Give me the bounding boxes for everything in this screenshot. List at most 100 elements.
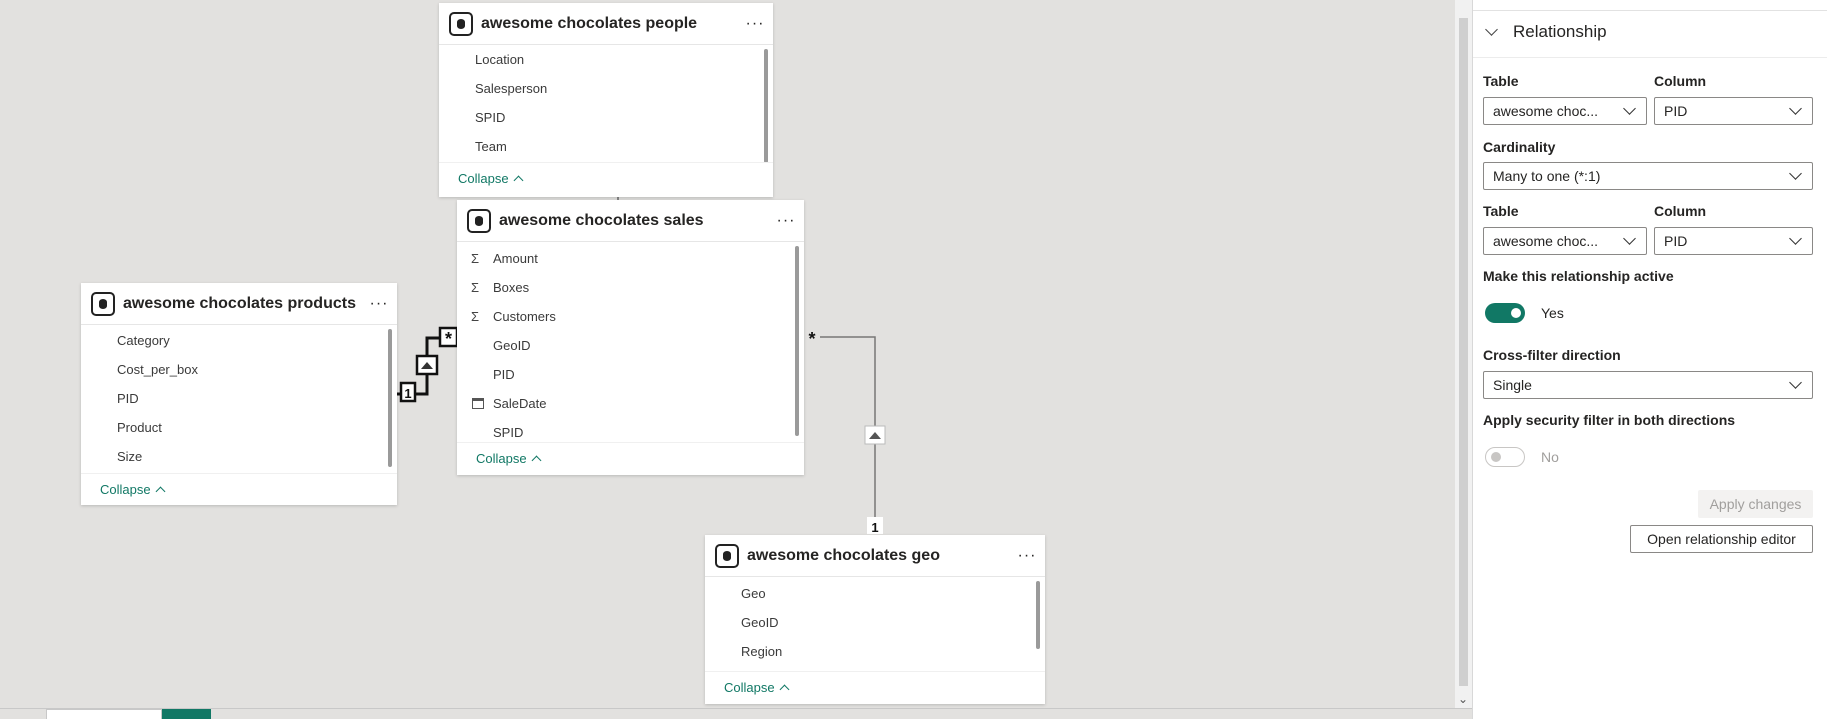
- collapse-label: Collapse: [458, 171, 509, 186]
- apply-changes-button[interactable]: Apply changes: [1698, 490, 1813, 518]
- toggle-knob: [1511, 308, 1521, 318]
- field-item[interactable]: Cost_per_box: [81, 355, 397, 384]
- security-label: Apply security filter in both directions: [1483, 412, 1736, 428]
- sigma-icon: Σ: [471, 280, 480, 295]
- crossfilter-dropdown[interactable]: Single: [1483, 371, 1813, 399]
- field-item[interactable]: Location: [439, 45, 773, 74]
- many-marker-sales: *: [808, 329, 815, 349]
- relationship-section-header[interactable]: Relationship: [1485, 22, 1607, 42]
- dropdown-value: Many to one (*:1): [1493, 168, 1601, 184]
- more-options-icon[interactable]: ···: [737, 15, 773, 33]
- chevron-down-icon: [1789, 167, 1802, 180]
- one-marker-products: 1: [404, 386, 411, 401]
- active-toggle[interactable]: [1485, 303, 1525, 323]
- field-item[interactable]: SPID: [439, 103, 773, 132]
- cardinality-dropdown[interactable]: Many to one (*:1): [1483, 162, 1813, 190]
- column1-dropdown[interactable]: PID: [1654, 97, 1813, 125]
- field-label: Customers: [493, 309, 556, 324]
- field-item[interactable]: Σ Customers: [457, 302, 804, 331]
- chevron-down-icon[interactable]: [1485, 23, 1498, 36]
- field-item[interactable]: SPID: [457, 418, 804, 442]
- chevron-down-icon: [1789, 232, 1802, 245]
- field-label: Amount: [493, 251, 538, 266]
- field-label: SaleDate: [493, 396, 547, 411]
- field-item[interactable]: Σ Boxes: [457, 273, 804, 302]
- table-header[interactable]: awesome chocolates sales ···: [457, 200, 804, 242]
- field-label: SPID: [493, 425, 524, 440]
- table-card-geo[interactable]: awesome chocolates geo ··· Geo GeoID Reg…: [705, 535, 1045, 704]
- section-title: Relationship: [1513, 22, 1607, 41]
- table-header[interactable]: awesome chocolates people ···: [439, 3, 773, 45]
- table-header[interactable]: awesome chocolates geo ···: [705, 535, 1045, 577]
- field-item[interactable]: PID: [457, 360, 804, 389]
- field-label: Salesperson: [475, 81, 548, 96]
- chevron-up-icon: [531, 455, 542, 466]
- one-marker-geo: 1: [871, 520, 878, 535]
- chevron-up-icon: [513, 175, 524, 186]
- scrollbar-thumb[interactable]: [1459, 18, 1468, 686]
- collapse-button[interactable]: Collapse: [81, 473, 397, 505]
- active-toggle-label: Yes: [1541, 305, 1564, 321]
- column2-label: Column: [1654, 203, 1707, 219]
- active-label: Make this relationship active: [1483, 268, 1674, 284]
- field-item[interactable]: Geo: [705, 579, 1045, 608]
- collapse-label: Collapse: [724, 680, 775, 695]
- collapse-button[interactable]: Collapse: [705, 671, 1045, 703]
- page-tab-active[interactable]: [162, 709, 211, 719]
- field-list: Location Salesperson SPID Team: [439, 45, 773, 162]
- chevron-down-icon[interactable]: ⌄: [1458, 692, 1468, 706]
- collapse-label: Collapse: [100, 482, 151, 497]
- field-label: GeoID: [741, 615, 779, 630]
- field-label: GeoID: [493, 338, 531, 353]
- field-item[interactable]: Salesperson: [439, 74, 773, 103]
- model-canvas[interactable]: 1 * * 1 awesome chocolates people ··· Lo…: [0, 0, 1455, 708]
- page-tabs-strip: [0, 708, 1472, 719]
- field-item[interactable]: PID: [81, 384, 397, 413]
- chevron-up-icon: [779, 684, 790, 695]
- dropdown-value: awesome choc...: [1493, 103, 1599, 119]
- dropdown-value: Single: [1493, 377, 1532, 393]
- field-label: Product: [117, 420, 162, 435]
- field-item[interactable]: GeoID: [457, 331, 804, 360]
- canvas-vertical-scrollbar[interactable]: ⌄: [1455, 0, 1472, 708]
- chevron-up-icon: [155, 486, 166, 497]
- panel-divider: [1473, 10, 1827, 11]
- field-label: Geo: [741, 586, 766, 601]
- table-name: awesome chocolates sales: [499, 211, 704, 229]
- more-options-icon[interactable]: ···: [361, 295, 397, 313]
- field-item[interactable]: Team: [439, 132, 773, 161]
- field-label: Size: [117, 449, 143, 464]
- table2-dropdown[interactable]: awesome choc...: [1483, 227, 1647, 255]
- field-item[interactable]: Category: [81, 326, 397, 355]
- table-name: awesome chocolates geo: [747, 546, 940, 564]
- field-item[interactable]: SaleDate: [457, 389, 804, 418]
- table-card-people[interactable]: awesome chocolates people ··· Location S…: [439, 3, 773, 197]
- open-relationship-editor-button[interactable]: Open relationship editor: [1630, 525, 1813, 553]
- column2-dropdown[interactable]: PID: [1654, 227, 1813, 255]
- column1-label: Column: [1654, 73, 1707, 89]
- page-tab[interactable]: [46, 709, 162, 719]
- cardinality-label: Cardinality: [1483, 139, 1556, 155]
- table1-dropdown[interactable]: awesome choc...: [1483, 97, 1647, 125]
- many-marker-products: *: [445, 329, 452, 349]
- field-label: SPID: [475, 110, 506, 125]
- field-label: Team: [475, 139, 507, 154]
- more-options-icon[interactable]: ···: [1009, 547, 1045, 565]
- field-item[interactable]: Product: [81, 413, 397, 442]
- field-item[interactable]: Σ Amount: [457, 244, 804, 273]
- field-item[interactable]: Region: [705, 637, 1045, 666]
- table-card-sales[interactable]: awesome chocolates sales ··· Σ Amount Σ Bo…: [457, 200, 804, 475]
- table-header[interactable]: awesome chocolates products ···: [81, 283, 397, 325]
- field-label: Location: [475, 52, 525, 67]
- field-item[interactable]: Size: [81, 442, 397, 471]
- more-options-icon[interactable]: ···: [768, 212, 804, 230]
- toggle-knob: [1491, 452, 1501, 462]
- table-card-products[interactable]: awesome chocolates products ··· Category…: [81, 283, 397, 505]
- field-label: PID: [493, 367, 515, 382]
- collapse-button[interactable]: Collapse: [457, 442, 804, 474]
- field-list: Category Cost_per_box PID Product Size: [81, 325, 397, 473]
- security-toggle[interactable]: [1485, 447, 1525, 467]
- field-list: Geo GeoID Region: [705, 577, 1045, 671]
- field-item[interactable]: GeoID: [705, 608, 1045, 637]
- collapse-button[interactable]: Collapse: [439, 162, 773, 194]
